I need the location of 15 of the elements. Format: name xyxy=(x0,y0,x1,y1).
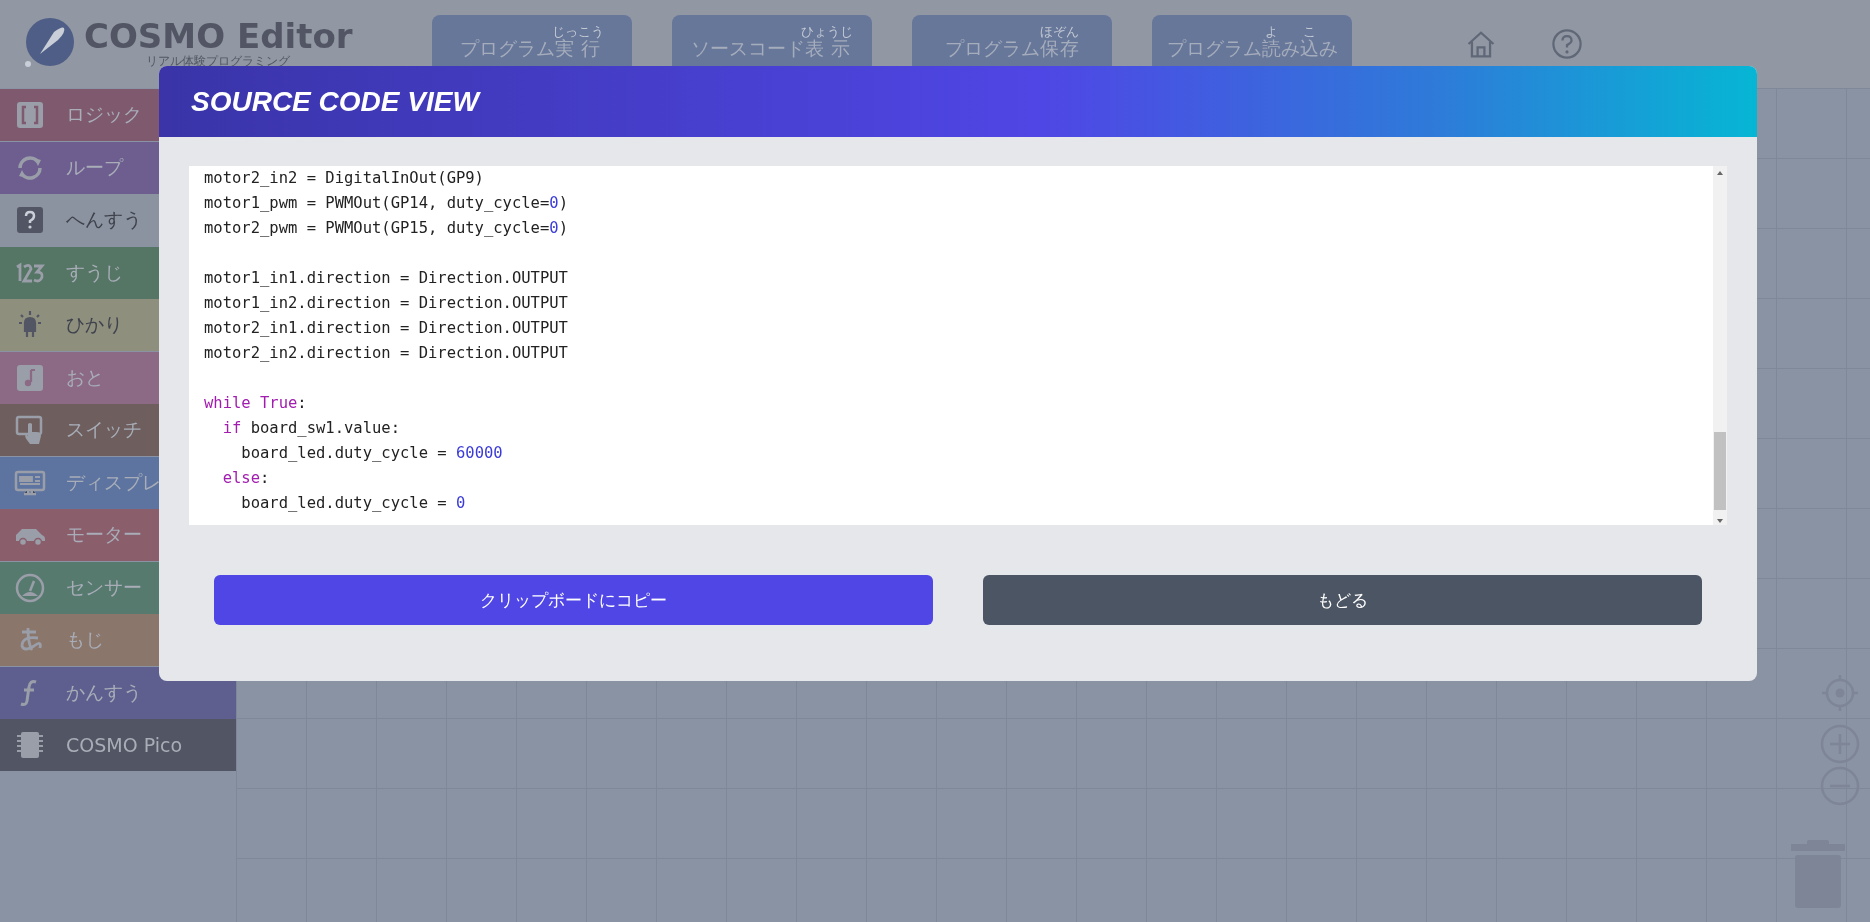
category-item[interactable]: かんすう xyxy=(0,666,236,719)
variable-icon xyxy=(14,204,46,236)
scrollbar-thumb[interactable] xyxy=(1714,432,1726,510)
help-icon[interactable] xyxy=(1550,27,1584,61)
category-item[interactable]: COSMO Pico xyxy=(0,719,236,771)
back-button[interactable]: もどる xyxy=(983,575,1702,625)
app-logo: COSMO Editor xyxy=(84,18,353,53)
chip-icon xyxy=(14,729,46,761)
code-line: board_led.duty_cycle = 0 xyxy=(240,494,466,512)
gauge-icon xyxy=(14,571,46,604)
scroll-up-icon[interactable] xyxy=(1716,169,1724,177)
logic-icon xyxy=(14,99,46,131)
code-line: board_led.duty_cycle = 60000 xyxy=(240,444,503,462)
scroll-down-icon[interactable] xyxy=(1716,517,1724,525)
copy-button[interactable]: クリップボードにコピー xyxy=(214,575,933,625)
